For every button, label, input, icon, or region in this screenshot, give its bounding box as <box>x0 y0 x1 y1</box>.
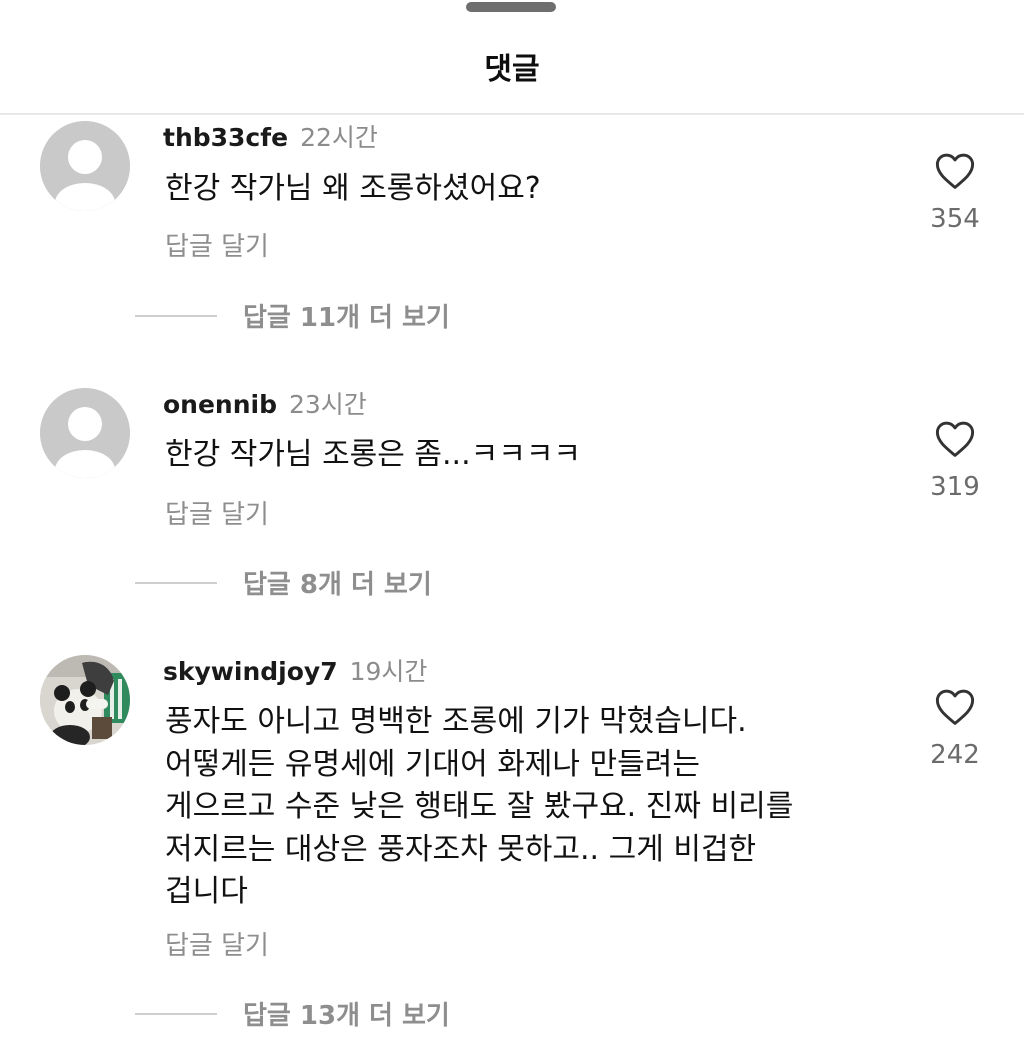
like-count: 242 <box>930 740 980 770</box>
comment-meta: skywindjoy7 19시간 <box>163 652 427 688</box>
like-count: 319 <box>930 472 980 502</box>
comment-time: 22시간 <box>300 123 378 152</box>
view-replies-button[interactable]: 답글 13개 더 보기 <box>135 995 450 1032</box>
view-replies-label: 답글 11개 더 보기 <box>243 303 450 333</box>
replies-divider-line <box>135 581 217 584</box>
comment-text: 풍자도 아니고 명백한 조롱에 기가 막혔습니다. 어떻게든 유명세에 기대어 … <box>165 704 794 909</box>
view-replies-label: 답글 13개 더 보기 <box>243 1001 450 1031</box>
heart-outline-icon <box>935 689 975 725</box>
default-avatar-icon[interactable] <box>40 388 130 478</box>
comment-text: 한강 작가님 조롱은 좀...ㅋㅋㅋㅋ <box>165 437 582 472</box>
comment-meta: thb33cfe 22시간 <box>163 118 378 154</box>
like-button[interactable]: 242 <box>925 688 985 770</box>
comment-meta: onennib 23시간 <box>163 385 367 421</box>
heart-outline-icon <box>935 421 975 457</box>
view-replies-label: 답글 8개 더 보기 <box>243 570 432 600</box>
comment-time: 19시간 <box>349 657 428 686</box>
comment-text: 한강 작가님 왜 조롱하셨어요? <box>165 171 541 206</box>
comment-username[interactable]: onennib <box>163 390 277 419</box>
header-divider <box>0 113 1024 115</box>
default-avatar-icon[interactable] <box>40 121 130 211</box>
sheet-drag-handle[interactable] <box>466 2 556 12</box>
sheet-title: 댓글 <box>484 52 540 87</box>
reply-button[interactable]: 답글 달기 <box>165 226 269 263</box>
reply-button[interactable]: 답글 달기 <box>165 925 269 962</box>
reply-button[interactable]: 답글 달기 <box>165 494 269 531</box>
like-button[interactable]: 354 <box>925 152 985 234</box>
replies-divider-line <box>135 1012 217 1015</box>
view-replies-button[interactable]: 답글 11개 더 보기 <box>135 297 450 334</box>
view-replies-button[interactable]: 답글 8개 더 보기 <box>135 564 432 601</box>
replies-divider-line <box>135 314 217 317</box>
like-button[interactable]: 319 <box>925 420 985 502</box>
panda-photo-avatar[interactable] <box>40 655 130 745</box>
comment-time: 23시간 <box>289 390 367 419</box>
heart-outline-icon <box>935 153 975 189</box>
comment-username[interactable]: skywindjoy7 <box>163 657 338 686</box>
comment-username[interactable]: thb33cfe <box>163 123 288 152</box>
like-count: 354 <box>930 204 980 234</box>
